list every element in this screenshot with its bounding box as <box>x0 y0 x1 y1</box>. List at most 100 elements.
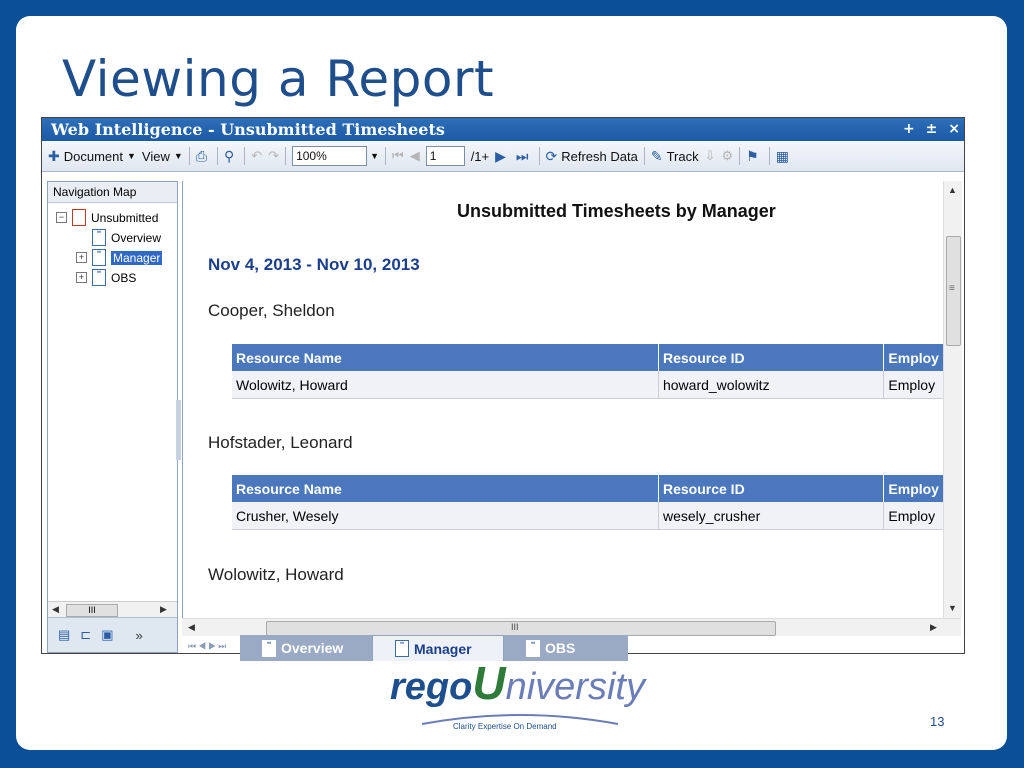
zoom-input[interactable]: 100% <box>292 146 368 166</box>
redo-button[interactable]: ↷ <box>268 148 279 164</box>
next-page-icon: ▶ <box>495 147 506 164</box>
first-page-icon: ⏮ <box>391 148 404 163</box>
print-button[interactable]: ⎙ <box>196 148 211 165</box>
tree-item-label: Manager <box>111 250 163 265</box>
undo-button[interactable]: ↶ <box>251 148 262 164</box>
resource-table: Resource Name Resource ID Employ Crusher… <box>232 475 944 530</box>
chevron-down-icon: ▼ <box>370 151 379 161</box>
slide: Viewing a Report Web Intelligence - Unsu… <box>16 16 1007 750</box>
tree-item-obs[interactable]: + ≡ OBS <box>76 269 136 286</box>
find-button[interactable]: ⚲ <box>224 148 238 165</box>
next-page-button[interactable]: ▶ <box>495 148 510 165</box>
navigation-panel-toolbar: ▤ ⊏ ▣ » <box>48 617 177 652</box>
close-icon[interactable]: × <box>948 121 960 137</box>
scroll-left-icon[interactable]: ◀ <box>52 604 59 615</box>
outline-icon: ⚑ <box>746 147 759 164</box>
track-icon: ✎ <box>650 147 663 164</box>
page-icon: ≡ <box>92 269 106 286</box>
logo-wordmark: regoUniversity <box>390 657 645 709</box>
table-cell: wesely_crusher <box>658 502 885 530</box>
scroll-thumb[interactable]: ≡ <box>946 236 961 346</box>
refresh-data-button[interactable]: ⟳ Refresh Data <box>546 148 638 165</box>
scroll-up-icon[interactable]: ▲ <box>948 185 957 195</box>
page-icon: ≡ <box>526 639 540 657</box>
previous-page-button[interactable]: ◀ <box>410 148 420 164</box>
page-input[interactable]: 1 <box>425 146 465 166</box>
track-label: Track <box>666 148 699 164</box>
toolbar-separator <box>643 147 645 165</box>
tree-item-manager[interactable]: + ≡ Manager <box>76 249 163 266</box>
scroll-right-icon[interactable]: ▶ <box>930 622 937 633</box>
page-total: /1+ <box>470 148 490 164</box>
tree-item-overview[interactable]: ≡ Overview <box>92 229 161 246</box>
outline-button[interactable]: ⚑ <box>746 148 763 165</box>
scroll-thumb[interactable]: III <box>266 621 776 636</box>
navigation-horizontal-scrollbar[interactable]: ◀ III ▶ <box>48 601 177 618</box>
tree-item-unsubmitted[interactable]: − Unsubmitted <box>56 209 158 226</box>
page-icon: ≡ <box>262 639 276 657</box>
scroll-down-icon[interactable]: ▼ <box>948 603 957 613</box>
document-icon: ✚ <box>48 147 60 164</box>
grip-icon: ≡ <box>949 283 955 294</box>
report-vertical-scrollbar[interactable]: ▲ ≡ ▼ <box>943 181 962 618</box>
toolbar-separator <box>285 147 287 165</box>
last-page-button[interactable]: ⏭ <box>516 148 533 165</box>
column-header: Resource ID <box>658 344 885 371</box>
zoom-select[interactable]: 100% ▼ <box>292 146 379 166</box>
column-header: Employ <box>883 475 944 502</box>
toolbar: ✚ Document ▼ View ▼ ⎙ ⚲ ↶ ↷ 100% ▼ ⏮ ◀ 1… <box>42 141 964 172</box>
track-button[interactable]: ✎ Track <box>651 148 699 165</box>
tab-navigation-icons[interactable]: ⏮◀▶⏭ <box>188 641 228 652</box>
column-header: Resource ID <box>658 475 885 502</box>
scroll-left-icon[interactable]: ◀ <box>188 622 195 633</box>
manager-heading: Cooper, Sheldon <box>208 301 335 320</box>
scroll-right-icon[interactable]: ▶ <box>160 604 167 615</box>
table-row: Crusher, Wesely wesely_crusher Employ <box>232 502 944 530</box>
page-number-field[interactable]: 1 <box>425 146 465 166</box>
restore-icon[interactable]: ± <box>926 121 938 137</box>
panel-splitter[interactable] <box>176 400 181 460</box>
toolbar-separator <box>216 147 218 165</box>
web-intelligence-window: Web Intelligence - Unsubmitted Timesheet… <box>41 117 965 661</box>
structure-button[interactable]: ▦ <box>776 148 793 165</box>
tree-item-label: Overview <box>111 230 162 245</box>
document-summary-icon[interactable]: ▣ <box>101 627 113 643</box>
redo-icon: ↷ <box>268 148 280 163</box>
maximize-icon[interactable]: + <box>903 121 915 137</box>
expand-icon[interactable]: + <box>76 272 87 283</box>
document-menu-button[interactable]: ✚ Document ▼ <box>48 148 136 165</box>
tab-overview[interactable]: ≡ Overview <box>240 635 372 661</box>
drill-filter-button[interactable]: ⚙ <box>722 148 734 164</box>
first-page-button[interactable]: ⏮ <box>392 148 404 164</box>
drill-button[interactable]: ⇩ <box>705 148 716 164</box>
tab-label: Overview <box>281 640 344 656</box>
view-menu-button[interactable]: View ▼ <box>142 149 183 164</box>
chevron-down-icon: ▼ <box>126 151 136 161</box>
scroll-thumb[interactable]: III <box>66 604 118 617</box>
collapse-icon[interactable]: − <box>56 212 67 223</box>
table-cell: Wolowitz, Howard <box>232 371 659 399</box>
toolbar-separator <box>244 147 246 165</box>
last-page-icon: ⏭ <box>515 147 529 164</box>
navigation-map-icon[interactable]: ▤ <box>58 627 70 643</box>
table-row: Wolowitz, Howard howard_wolowitz Employ <box>232 371 944 399</box>
table-header-row: Resource Name Resource ID Employ <box>232 344 944 371</box>
logo-tagline: Clarity Expertise On Demand <box>453 722 557 731</box>
report-canvas: Unsubmitted Timesheets by Manager Nov 4,… <box>182 181 944 618</box>
navigation-map-header: Navigation Map <box>48 182 177 203</box>
report-date-range: Nov 4, 2013 - Nov 10, 2013 <box>208 255 420 274</box>
chevron-down-icon: ▼ <box>173 151 183 161</box>
column-header: Resource Name <box>232 344 659 371</box>
drill-icon: ⇩ <box>704 148 716 163</box>
refresh-icon: ⟳ <box>545 147 558 164</box>
slide-page-number: 13 <box>930 714 945 729</box>
input-controls-icon[interactable]: ⊏ <box>80 627 91 643</box>
navigation-map-panel: Navigation Map − Unsubmitted ≡ Overview … <box>47 181 178 653</box>
tree-item-label: OBS <box>111 270 137 285</box>
toolbar-separator <box>384 147 386 165</box>
tab-label: OBS <box>545 640 576 656</box>
expand-icon[interactable]: + <box>76 252 87 263</box>
toolbar-separator <box>188 147 190 165</box>
view-label: View <box>141 148 170 164</box>
more-chevron-icon[interactable]: » <box>136 628 143 643</box>
